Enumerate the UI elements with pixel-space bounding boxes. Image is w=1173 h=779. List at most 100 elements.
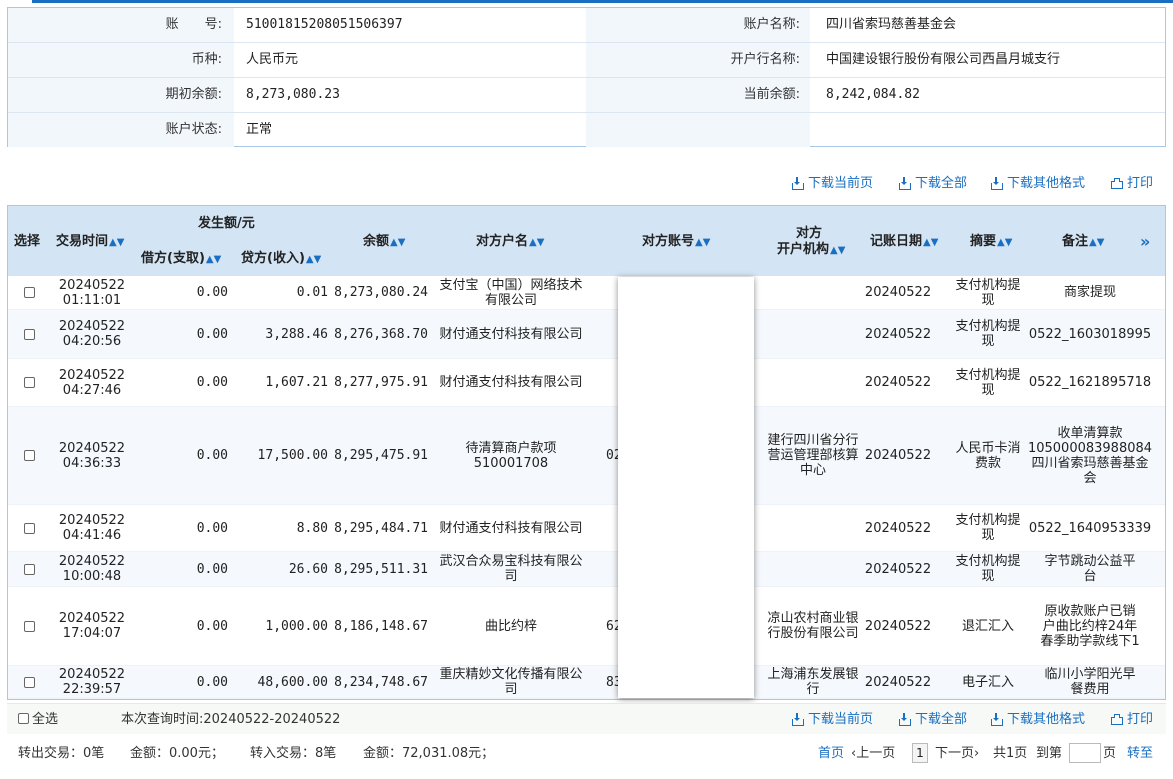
cell-balance: 8,186,148.67 <box>332 587 428 665</box>
table-row[interactable]: 20240522 04:20:56 0.00 3,288.46 8,276,368.70… <box>8 310 1165 359</box>
cell-remark: 原收款账户已销户曲比约梓24年春季助学款线下1 <box>1040 587 1140 665</box>
print-link[interactable]: 打印 <box>1111 175 1153 193</box>
goto-page-input[interactable] <box>1069 743 1101 763</box>
cell-balance: 8,295,475.91 <box>332 407 428 504</box>
book-date-text: 20240522 <box>864 520 932 536</box>
book-date-text: 20240522 <box>864 674 932 690</box>
header-credit[interactable]: 贷方(收入)▲▼ <box>241 251 321 268</box>
row-select-checkbox[interactable] <box>23 377 35 388</box>
row-select-checkbox[interactable] <box>23 450 35 461</box>
book-date-text: 20240522 <box>864 561 932 577</box>
select-all[interactable]: 全选 <box>18 711 58 729</box>
header-summary[interactable]: 摘要▲▼ <box>970 234 1012 251</box>
transaction-time: 04:20:56 <box>62 334 122 349</box>
cell-select[interactable] <box>8 666 50 698</box>
header-booking-date[interactable]: 记账日期▲▼ <box>870 234 938 251</box>
account-info-row: 期初余额: 8,273,080.23 当前余额: 8,242,084.82 <box>8 78 1165 113</box>
table-footer-bar: 全选 本次查询时间:20240522-20240522 下载当前页 下载全部 下… <box>7 703 1166 734</box>
cell-summary: 电子汇入 <box>950 666 1026 698</box>
goto-button[interactable]: 转至 <box>1127 745 1153 763</box>
download-all-link[interactable]: 下载全部 <box>899 175 967 193</box>
remark-text: 0522_1640953339 <box>1028 520 1152 536</box>
cell-book-date: 20240522 <box>864 310 932 358</box>
download-icon <box>792 713 804 726</box>
info-label: 账户状态: <box>165 122 222 137</box>
next-page-link[interactable]: 下一页› <box>935 745 979 763</box>
download-icon <box>991 177 1003 190</box>
row-select-checkbox[interactable] <box>23 287 35 298</box>
remark-text: 字节跳动公益平台 <box>1044 554 1136 584</box>
remark-text: 商家提现 <box>1063 285 1116 300</box>
header-remark[interactable]: 备注▲▼ <box>1062 234 1104 251</box>
table-row[interactable]: 20240522 04:36:33 0.00 17,500.00 8,295,475.9… <box>8 407 1165 505</box>
info-value: 四川省索玛慈善基金会 <box>826 17 957 32</box>
cell-book-date: 20240522 <box>865 587 931 665</box>
incoming-amount: 金额：72,031.08元； <box>363 746 495 761</box>
current-page[interactable]: 1 <box>912 743 928 763</box>
account-info-row: 币种: 人民币元 开户行名称: 中国建设银行股份有限公司西昌月城支行 <box>8 43 1165 78</box>
row-select-checkbox[interactable] <box>23 563 35 575</box>
header-counterparty-account[interactable]: 对方账号▲▼ <box>642 234 710 251</box>
cell-select[interactable] <box>8 552 50 586</box>
header-amount-group: 发生额/元 <box>198 216 255 231</box>
transaction-date: 20240522 <box>58 513 126 528</box>
cell-select[interactable] <box>8 310 50 358</box>
header-counterparty-bank[interactable]: 开户机构▲▼ <box>777 242 845 259</box>
more-columns-icon[interactable]: » <box>1140 232 1150 251</box>
cell-bank <box>765 505 861 551</box>
download-other-format-link[interactable]: 下载其他格式 <box>991 175 1085 193</box>
row-select-checkbox[interactable] <box>23 676 35 688</box>
summary-and-pagination: 转出交易：0笔 金额：0.00元； 转入交易：8笔 金额：72,031.08元；… <box>7 738 1166 770</box>
cell-select[interactable] <box>8 276 50 309</box>
header-counterparty-name[interactable]: 对方户名▲▼ <box>476 234 544 251</box>
download-current-page-link[interactable]: 下载当前页 <box>792 175 873 193</box>
cell-transaction-time: 20240522 04:27:46 <box>54 359 130 406</box>
row-select-checkbox[interactable] <box>23 328 35 340</box>
cell-select[interactable] <box>8 359 50 406</box>
cell-transaction-time: 20240522 04:36:33 <box>54 407 130 504</box>
cell-credit: 26.60 <box>232 552 328 586</box>
summary-text: 支付机构提现 <box>955 513 1021 543</box>
table-row[interactable]: 20240522 04:41:46 0.00 8.80 8,295,484.71 财付通支… <box>8 505 1165 552</box>
cell-debit: 0.00 <box>136 276 228 309</box>
cell-summary: 支付机构提现 <box>950 359 1026 406</box>
info-label: 账 号: <box>165 17 222 32</box>
row-select-checkbox[interactable] <box>23 522 35 534</box>
table-row[interactable]: 20240522 17:04:07 0.00 1,000.00 8,186,148.67… <box>8 587 1165 666</box>
header-debit[interactable]: 借方(支取)▲▼ <box>141 251 221 268</box>
sort-icon: ▲▼ <box>305 254 322 265</box>
row-select-checkbox[interactable] <box>23 620 35 632</box>
summary-text: 支付机构提现 <box>955 554 1021 584</box>
cell-select[interactable] <box>8 587 50 665</box>
remark-text: 0522_1603018995 <box>1028 326 1152 342</box>
first-page-link[interactable]: 首页 <box>818 745 844 763</box>
remark-text: 原收款账户已销户曲比约梓24年春季助学款线下1 <box>1040 603 1140 649</box>
table-row[interactable]: 20240522 04:27:46 0.00 1,607.21 8,277,975.91… <box>8 359 1165 407</box>
download-other-format-link[interactable]: 下载其他格式 <box>991 711 1085 729</box>
name-text: 曲比约梓 <box>484 618 537 634</box>
info-label: 账户名称: <box>743 17 800 32</box>
download-all-link[interactable]: 下载全部 <box>899 711 967 729</box>
table-row[interactable]: 20240522 22:39:57 0.00 48,600.00 8,234,748.6… <box>8 666 1165 699</box>
summary-text: 支付机构提现 <box>955 319 1021 349</box>
table-row[interactable]: 20240522 01:11:01 0.00 0.01 8,273,080.24 支付宝（… <box>8 276 1165 310</box>
credit-text: 1,000.00 <box>265 618 328 634</box>
header-time[interactable]: 交易时间▲▼ <box>56 234 124 251</box>
download-icon <box>899 713 911 726</box>
download-current-page-link[interactable]: 下载当前页 <box>792 711 873 729</box>
cell-select[interactable] <box>8 407 50 504</box>
cell-summary: 支付机构提现 <box>950 505 1026 551</box>
bottom-toolbar: 下载当前页 下载全部 下载其他格式 打印 <box>792 711 1162 729</box>
cell-balance: 8,276,368.70 <box>332 310 428 358</box>
transaction-date: 20240522 <box>58 554 126 569</box>
cell-select[interactable] <box>8 505 50 551</box>
header-balance[interactable]: 余额▲▼ <box>363 234 405 251</box>
prev-page-link[interactable]: ‹上一页 <box>851 745 895 763</box>
print-link[interactable]: 打印 <box>1111 711 1153 729</box>
book-date-text: 20240522 <box>864 326 932 342</box>
table-row[interactable]: 20240522 10:00:48 0.00 26.60 8,295,511.31 武汉合… <box>8 552 1165 587</box>
info-value: 人民币元 <box>246 52 299 67</box>
bank-text: 建行四川省分行营运管理部核算中心 <box>767 433 859 478</box>
select-all-checkbox[interactable] <box>18 713 29 724</box>
balance-text: 8,295,511.31 <box>334 561 428 577</box>
